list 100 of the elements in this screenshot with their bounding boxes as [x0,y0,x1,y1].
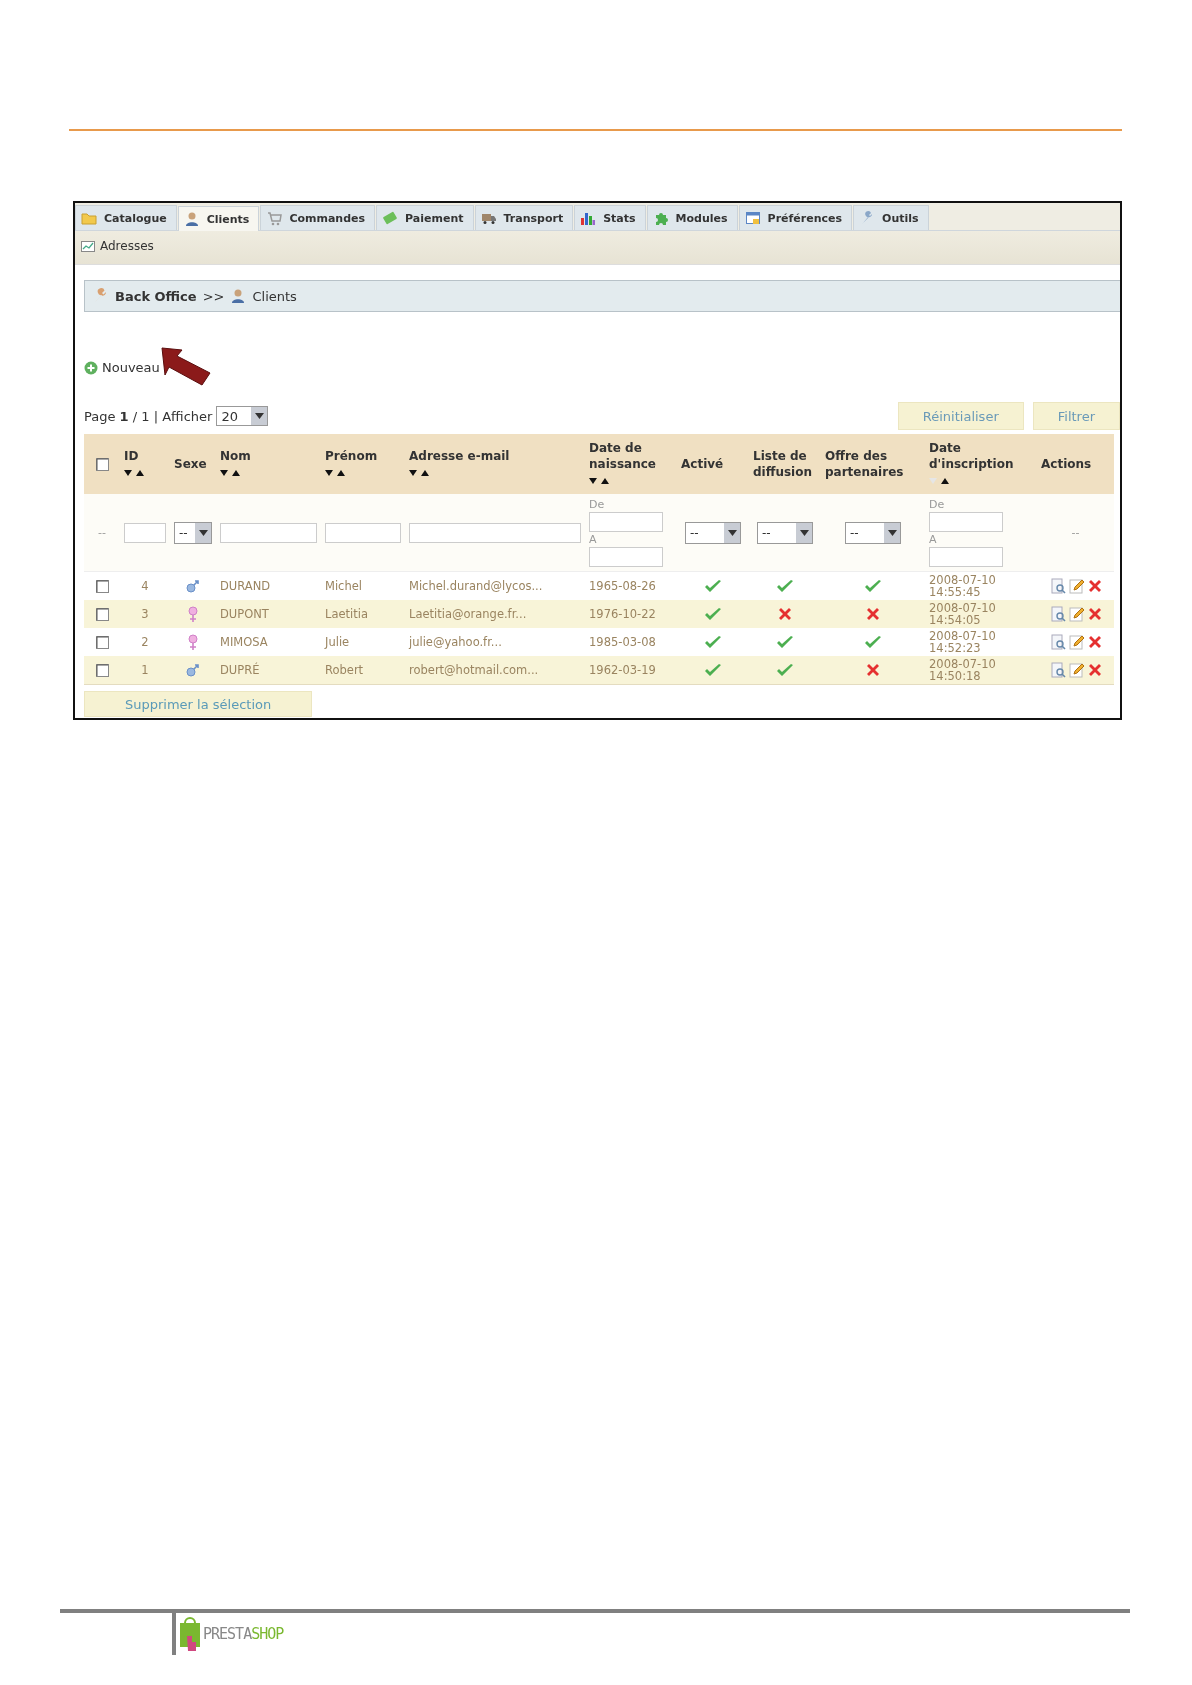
column-header: Activé [681,456,725,472]
filter-select[interactable]: -- [845,521,901,544]
filter-select[interactable]: -- [757,521,813,544]
dropdown-arrow-icon [254,413,264,419]
date-to-input[interactable] [589,547,663,567]
nav-tab[interactable]: Paiement [376,205,474,230]
column-header: Liste de diffusion [753,448,813,480]
range-label: De [589,498,606,511]
filter-select[interactable]: -- [685,521,741,544]
date-to-input[interactable] [929,547,1003,567]
nav-tab[interactable]: Clients [177,206,260,231]
view-icon[interactable] [1049,662,1066,678]
nav-tab[interactable]: Préférences [738,205,853,230]
plus-icon [84,360,98,375]
cell-text: 2008-07-10 14:55:45 [929,574,997,598]
delete-icon[interactable] [1087,663,1102,677]
per-page-select[interactable]: 20 [216,406,269,426]
cell-text: 1962-03-19 [589,663,656,677]
cell-text: julie@yahoo.fr... [409,635,502,649]
nav-tab[interactable]: Commandes [260,205,376,230]
cell-text: 2008-07-10 14:52:23 [929,630,997,654]
cart-icon [266,210,283,226]
filter-input[interactable] [124,522,166,543]
range-label: A [589,533,598,546]
nav-tab[interactable]: Catalogue [75,205,177,230]
person-icon [230,288,247,304]
checkbox[interactable] [95,636,109,649]
view-icon[interactable] [1049,634,1066,650]
checkbox[interactable] [95,664,109,677]
range-label: A [929,533,938,546]
breadcrumb-item: Clients [252,288,297,304]
cell-text: DUPONT [220,607,269,621]
column-header: Offre des partenaires [825,448,905,480]
nav-tab[interactable]: Stats [574,205,646,230]
nav-tab[interactable]: Outils [853,205,929,230]
cell-text: Laetitia [325,607,368,621]
checkbox[interactable] [95,580,109,593]
edit-icon[interactable] [1068,634,1085,650]
sort-arrows-icon[interactable] [124,468,146,477]
cell-text: Michel.durand@lycos... [409,579,543,593]
nav-tab[interactable]: Modules [646,205,738,230]
checkbox[interactable] [95,458,109,471]
sort-arrows-icon[interactable] [325,468,347,477]
view-icon[interactable] [1049,578,1066,594]
logo-text: PRESTASHOP [203,1625,284,1643]
person-icon [183,211,200,227]
breadcrumb-separator: >> [202,288,225,304]
cell-text: robert@hotmail.com... [409,663,539,677]
nav-tab[interactable]: Transport [474,205,574,230]
id-text: 2 [141,635,149,649]
dropdown-arrow-icon [799,529,809,536]
sort-arrows-icon[interactable] [929,476,951,485]
shopping-bag-icon [179,1616,201,1652]
cell-text: Julie [325,635,350,649]
delete-icon[interactable] [1087,607,1102,621]
checkbox[interactable] [95,608,109,621]
edit-icon[interactable] [1068,662,1085,678]
id-text: 3 [141,607,149,621]
cell-text: Michel [325,579,362,593]
cell-text: Robert [325,663,364,677]
cell-text: MIMOSA [220,635,268,649]
view-icon[interactable] [1049,606,1066,622]
new-link[interactable]: Nouveau [84,360,160,375]
date-from-input[interactable] [589,512,663,532]
filter-input[interactable] [325,522,401,543]
column-header: Sexe [174,456,208,472]
column-header: Actions [1041,456,1093,472]
dropdown-arrow-icon [198,529,208,536]
sort-arrows-icon[interactable] [409,468,431,477]
cell-text: 2008-07-10 14:54:05 [929,602,997,626]
filter-input[interactable] [409,522,581,543]
dropdown-arrow-icon [887,529,897,536]
id-text: 1 [141,663,149,677]
id-text: 4 [141,579,149,593]
delete-icon[interactable] [1087,579,1102,593]
empty-filter-mark: -- [1071,526,1080,539]
cell-text: Laetitia@orange.fr... [409,607,527,621]
window-icon [744,210,761,226]
breadcrumb-item[interactable]: Back Office [115,288,197,304]
cell-text: 1976-10-22 [589,607,656,621]
date-from-input[interactable] [929,512,1003,532]
empty-filter-mark: -- [98,526,106,539]
cell-text: DUPRÉ [220,663,260,677]
delete-icon[interactable] [1087,635,1102,649]
cell-text: 1965-08-26 [589,579,656,593]
cell-text: 1985-03-08 [589,635,656,649]
filter-input[interactable] [220,522,317,543]
dropdown-arrow-icon [727,529,737,536]
range-label: De [929,498,946,511]
edit-icon[interactable] [1068,606,1085,622]
cell-text: DURAND [220,579,271,593]
sort-arrows-icon[interactable] [220,468,242,477]
edit-icon[interactable] [1068,578,1085,594]
cell-text: 2008-07-10 14:50:18 [929,658,997,682]
subtab-link[interactable]: Adresses [80,238,154,254]
annotation-arrow [159,344,212,388]
pagination-text: Page 1 / 1 | Afficher [84,408,213,424]
filter-select[interactable]: -- [174,521,212,544]
bar-chart-icon [580,210,597,226]
sort-arrows-icon[interactable] [589,476,611,485]
